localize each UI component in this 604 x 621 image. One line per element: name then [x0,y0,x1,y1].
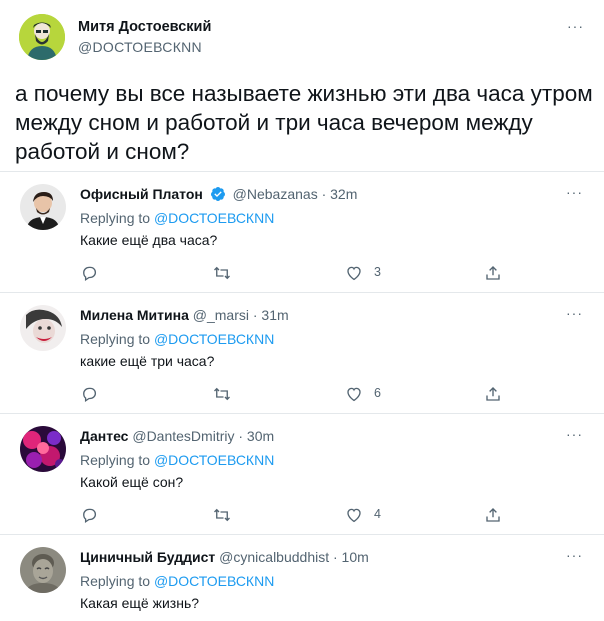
reply-header: Офисный Платон @Nebazanas · 32m [80,186,357,205]
more-options-icon[interactable]: ··· [566,305,583,321]
reply-author-name[interactable]: Дантес [80,428,128,444]
more-options-icon[interactable]: ··· [566,184,583,200]
retweet-icon[interactable] [212,385,232,403]
author-name[interactable]: Митя Достоевский [78,19,211,35]
reply-icon[interactable] [80,506,98,524]
reply-timestamp[interactable]: · 10m [333,549,369,565]
reply-text: Какие ещё два часа? [80,232,218,248]
share-icon[interactable] [484,264,502,282]
reply-text: какие ещё три часа? [80,353,215,369]
replying-to: Replying to @DОСТОЕВСКNN [80,210,274,226]
share-icon[interactable] [484,506,502,524]
heart-icon[interactable] [345,506,363,524]
tweet-text: а почему вы все называете жизнью эти два… [15,81,593,164]
like-count: 3 [374,265,381,279]
retweet-icon[interactable] [212,506,232,524]
replying-to-link[interactable]: @DОСТОЕВСКNN [154,452,274,468]
reply-timestamp[interactable]: · 30m [238,428,274,444]
author-avatar[interactable] [19,14,65,60]
more-options-icon[interactable]: ··· [567,18,584,34]
like-count: 4 [374,507,381,521]
reply-author-name[interactable]: Циничный Буддист [80,549,215,565]
reply-text: Какая ещё жизнь? [80,595,200,611]
reply-tweet[interactable]: Милена Митина @_marsi · 31m ··· Replying… [0,293,604,413]
reply-avatar[interactable] [20,184,66,230]
reply-author-name[interactable]: Милена Митина [80,307,189,323]
reply-timestamp[interactable]: · 31m [253,307,289,323]
like-count: 6 [374,386,381,400]
reply-text: Какой ещё сон? [80,474,184,490]
main-tweet: Митя Достоевский @DОСТОЕВСКNN ··· а поче… [0,0,604,170]
replying-to: Replying to @DОСТОЕВСКNN [80,452,274,468]
replying-to-prefix: Replying to [80,573,154,589]
reply-author-handle[interactable]: @DantesDmitriy [132,428,234,444]
author-handle[interactable]: @DОСТОЕВСКNN [78,39,202,55]
replying-to: Replying to @DОСТОЕВСКNN [80,331,274,347]
replying-to-prefix: Replying to [80,331,154,347]
replying-to-link[interactable]: @DОСТОЕВСКNN [154,210,274,226]
retweet-icon[interactable] [212,264,232,282]
reply-header: Дантес @DantesDmitriy · 30m [80,428,274,444]
reply-tweet[interactable]: Дантес @DantesDmitriy · 30m ··· Replying… [0,414,604,534]
reply-header: Циничный Буддист @cynicalbuddhist · 10m [80,549,369,565]
reply-author-name[interactable]: Офисный Платон [80,186,203,202]
replying-to-prefix: Replying to [80,452,154,468]
reply-icon[interactable] [80,385,98,403]
reply-icon[interactable] [80,264,98,282]
heart-icon[interactable] [345,385,363,403]
more-options-icon[interactable]: ··· [566,547,583,563]
reply-tweet[interactable]: Офисный Платон @Nebazanas · 32m ··· Repl… [0,172,604,292]
reply-avatar[interactable] [20,305,66,351]
verified-badge-icon [210,186,226,205]
reply-author-handle[interactable]: @Nebazanas [233,186,318,202]
more-options-icon[interactable]: ··· [566,426,583,442]
reply-tweet[interactable]: Циничный Буддист @cynicalbuddhist · 10m … [0,535,604,621]
reply-author-handle[interactable]: @cynicalbuddhist [219,549,329,565]
reply-timestamp[interactable]: · 32m [322,186,358,202]
share-icon[interactable] [484,385,502,403]
reply-avatar[interactable] [20,426,66,472]
replying-to: Replying to @DОСТОЕВСКNN [80,573,274,589]
replying-to-prefix: Replying to [80,210,154,226]
reply-header: Милена Митина @_marsi · 31m [80,307,289,323]
replying-to-link[interactable]: @DОСТОЕВСКNN [154,573,274,589]
reply-author-handle[interactable]: @_marsi [193,307,249,323]
replying-to-link[interactable]: @DОСТОЕВСКNN [154,331,274,347]
heart-icon[interactable] [345,264,363,282]
reply-avatar[interactable] [20,547,66,593]
